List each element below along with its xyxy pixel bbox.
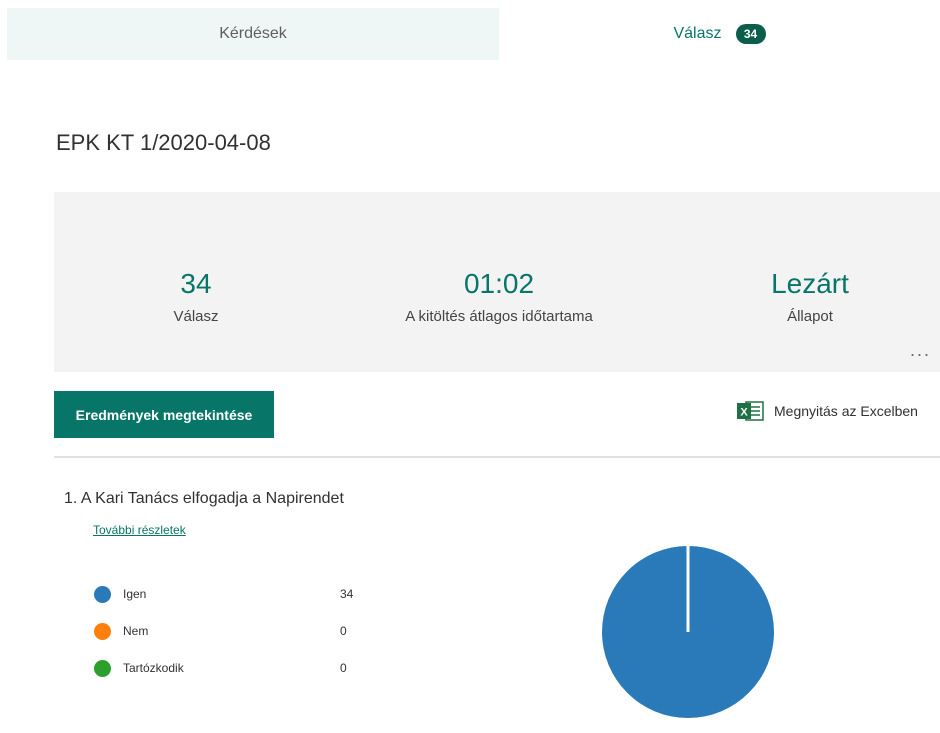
tab-questions[interactable]: Kérdések: [7, 8, 499, 60]
legend-label-nem: Nem: [123, 624, 149, 638]
responses-count-badge: 34: [735, 24, 766, 44]
tab-bar: Kérdések Válasz 34: [7, 8, 940, 60]
tab-responses-label: Válasz: [673, 25, 722, 42]
legend-dot-nem: [94, 622, 111, 640]
excel-icon-letter: X: [740, 407, 748, 419]
view-results-button[interactable]: Eredmények megtekintése: [54, 391, 274, 438]
form-title: EPK KT 1/2020-04-08: [56, 130, 271, 155]
legend-label-igen: Igen: [123, 587, 147, 601]
stat-average-time-value: 01:02: [463, 268, 535, 299]
tab-responses[interactable]: Válasz 34: [499, 8, 940, 60]
legend-count-tartozkodik: 0: [340, 661, 347, 675]
legend-count-igen: 34: [340, 587, 354, 601]
legend-item-igen: Igen: [94, 585, 146, 603]
summary-panel: 34 Válasz 01:02 A kitöltés átlagos időta…: [54, 192, 940, 372]
legend-count-nem: 0: [340, 624, 347, 638]
stat-average-time-label: A kitöltés átlagos időtartama: [405, 308, 593, 325]
stat-responses-label: Válasz: [173, 308, 219, 325]
legend-dot-igen: [94, 585, 111, 603]
more-details-link[interactable]: További részletek: [93, 523, 186, 537]
stat-status-value: Lezárt: [771, 268, 849, 299]
response-pie-chart: [602, 546, 774, 718]
section-divider: [54, 456, 940, 458]
more-options-button[interactable]: ...: [910, 340, 931, 361]
question-title: 1. A Kari Tanács elfogadja a Napirendet: [64, 490, 344, 507]
stat-average-time: 01:02 A kitöltés átlagos időtartama: [354, 268, 644, 325]
tab-questions-label: Kérdések: [219, 25, 287, 42]
stat-responses: 34 Válasz: [126, 268, 266, 325]
legend-item-nem: Nem: [94, 622, 148, 640]
legend-label-tartozkodik: Tartózkodik: [123, 661, 184, 675]
open-in-excel-label: Megnyitás az Excelben: [774, 403, 918, 419]
legend-item-tartozkodik: Tartózkodik: [94, 659, 184, 677]
legend-dot-tartozkodik: [94, 659, 111, 677]
excel-icon: X: [737, 401, 764, 421]
open-in-excel-button[interactable]: X Megnyitás az Excelben: [736, 400, 918, 422]
stat-status-label: Állapot: [787, 308, 833, 325]
stat-responses-value: 34: [180, 268, 212, 299]
stat-status: Lezárt Állapot: [710, 268, 910, 325]
